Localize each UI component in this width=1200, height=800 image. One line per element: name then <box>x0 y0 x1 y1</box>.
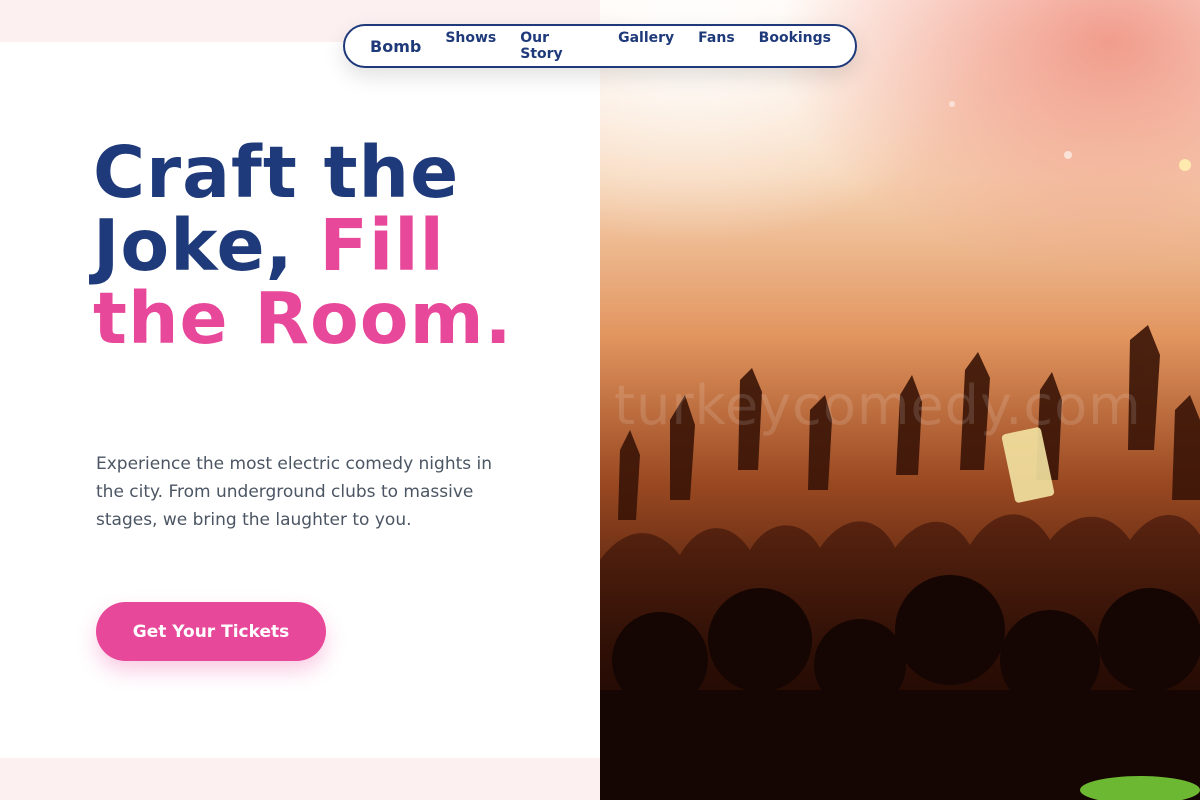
hero-title: Craft the Joke, Fill the Room. <box>93 136 533 355</box>
top-nav: Bomb Shows Our Story Gallery Fans Bookin… <box>343 24 857 68</box>
brand-logo[interactable]: Bomb <box>370 37 421 56</box>
nav-link-shows[interactable]: Shows <box>445 30 496 62</box>
watermark-text: turkeycomedy.com <box>614 374 1142 437</box>
nav-link-bookings[interactable]: Bookings <box>759 30 831 62</box>
hero-image: turkeycomedy.com <box>600 0 1200 800</box>
nav-link-our-story[interactable]: Our Story <box>520 30 594 62</box>
get-tickets-button[interactable]: Get Your Tickets <box>96 602 326 661</box>
hero-description: Experience the most electric comedy nigh… <box>96 454 493 530</box>
nav-link-gallery[interactable]: Gallery <box>618 30 674 62</box>
nav-link-fans[interactable]: Fans <box>698 30 735 62</box>
nav-links: Shows Our Story Gallery Fans Bookings <box>445 30 855 62</box>
page: turkeycomedy.com Bomb Shows Our Story Ga… <box>0 0 1200 800</box>
